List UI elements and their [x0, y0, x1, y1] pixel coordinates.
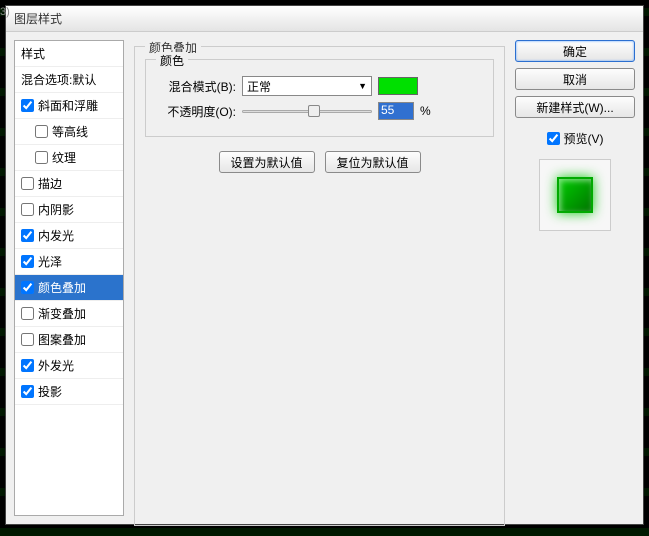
style-item-checkbox[interactable]	[21, 281, 34, 294]
style-item-label: 投影	[38, 383, 62, 400]
style-item[interactable]: 等高线	[15, 119, 123, 145]
style-item[interactable]: 纹理	[15, 145, 123, 171]
style-item-label: 光泽	[38, 253, 62, 270]
style-item-checkbox[interactable]	[35, 151, 48, 164]
style-item[interactable]: 投影	[15, 379, 123, 405]
style-item[interactable]: 渐变叠加	[15, 301, 123, 327]
opacity-unit: %	[420, 104, 431, 118]
styles-header[interactable]: 样式	[15, 41, 123, 67]
style-item[interactable]: 光泽	[15, 249, 123, 275]
style-item-checkbox[interactable]	[21, 99, 34, 112]
opacity-label: 不透明度(O):	[156, 103, 236, 120]
color-group-title: 颜色	[156, 52, 188, 69]
set-default-button[interactable]: 设置为默认值	[219, 151, 315, 173]
blend-mode-label: 混合模式(B):	[156, 78, 236, 95]
preview-label: 预览(V)	[564, 130, 604, 147]
blend-options-default[interactable]: 混合选项:默认	[15, 67, 123, 93]
opacity-input[interactable]: 55	[378, 102, 414, 120]
ok-button[interactable]: 确定	[515, 40, 635, 62]
style-item-label: 等高线	[52, 123, 88, 140]
style-item-checkbox[interactable]	[21, 333, 34, 346]
new-style-button[interactable]: 新建样式(W)...	[515, 96, 635, 118]
reset-default-button[interactable]: 复位为默认值	[325, 151, 421, 173]
color-swatch[interactable]	[378, 77, 418, 95]
style-item-label: 外发光	[38, 357, 74, 374]
preview-swatch-icon	[557, 177, 593, 213]
style-item-checkbox[interactable]	[21, 177, 34, 190]
preview-thumbnail	[539, 159, 611, 231]
cancel-button[interactable]: 取消	[515, 68, 635, 90]
style-item-label: 内发光	[38, 227, 74, 244]
blend-mode-select[interactable]: 正常 ▼	[242, 76, 372, 96]
chevron-down-icon: ▼	[358, 81, 367, 91]
styles-list: 样式 混合选项:默认 斜面和浮雕等高线纹理描边内阴影内发光光泽颜色叠加渐变叠加图…	[14, 40, 124, 516]
dialog-title: 图层样式	[14, 10, 62, 27]
style-item[interactable]: 描边	[15, 171, 123, 197]
style-item-checkbox[interactable]	[21, 307, 34, 320]
style-item-checkbox[interactable]	[21, 359, 34, 372]
opacity-slider[interactable]	[242, 102, 372, 120]
style-item-checkbox[interactable]	[21, 203, 34, 216]
style-item[interactable]: 颜色叠加	[15, 275, 123, 301]
color-group: 颜色 混合模式(B): 正常 ▼ 不透明度(O):	[145, 59, 494, 137]
style-item-label: 颜色叠加	[38, 279, 86, 296]
style-item-label: 渐变叠加	[38, 305, 86, 322]
corner-marker: 3)	[0, 6, 10, 18]
style-item[interactable]: 内阴影	[15, 197, 123, 223]
style-item-label: 内阴影	[38, 201, 74, 218]
style-item-checkbox[interactable]	[21, 255, 34, 268]
color-overlay-panel: 颜色叠加 颜色 混合模式(B): 正常 ▼ 不透明度(O):	[134, 46, 505, 526]
preview-checkbox[interactable]	[547, 132, 560, 145]
style-item[interactable]: 斜面和浮雕	[15, 93, 123, 119]
style-item-label: 斜面和浮雕	[38, 97, 98, 114]
style-item[interactable]: 外发光	[15, 353, 123, 379]
style-item-checkbox[interactable]	[35, 125, 48, 138]
style-item-checkbox[interactable]	[21, 385, 34, 398]
style-item[interactable]: 内发光	[15, 223, 123, 249]
style-item-label: 纹理	[52, 149, 76, 166]
style-item-label: 图案叠加	[38, 331, 86, 348]
layer-style-dialog: 图层样式 样式 混合选项:默认 斜面和浮雕等高线纹理描边内阴影内发光光泽颜色叠加…	[5, 5, 644, 525]
style-item-label: 描边	[38, 175, 62, 192]
style-item[interactable]: 图案叠加	[15, 327, 123, 353]
style-item-checkbox[interactable]	[21, 229, 34, 242]
titlebar[interactable]: 图层样式	[6, 6, 643, 32]
